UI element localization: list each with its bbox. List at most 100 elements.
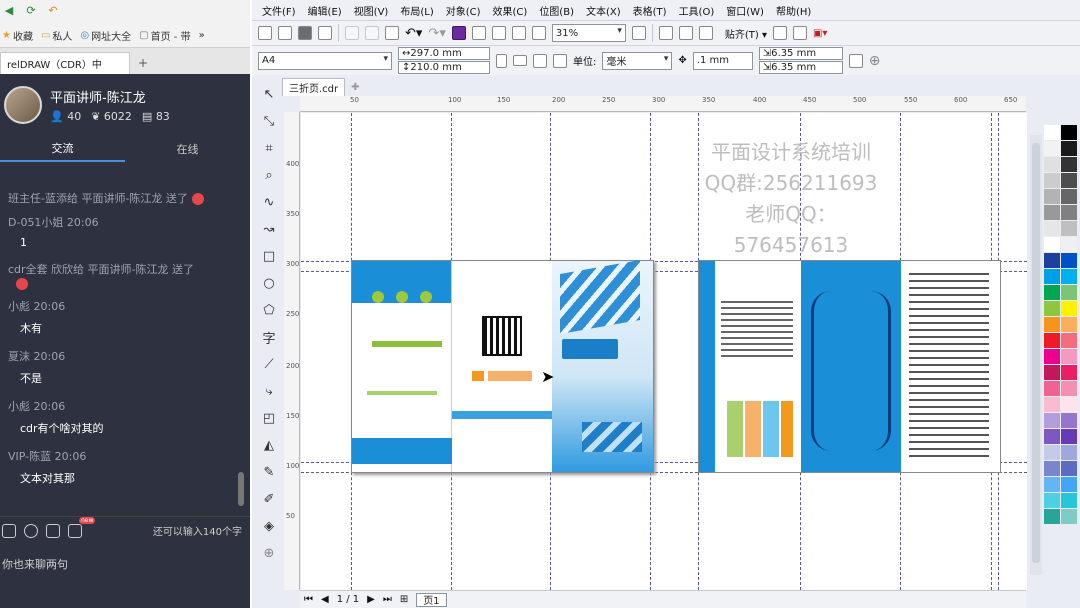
- scroll-thumb[interactable]: [1032, 143, 1040, 563]
- favorite-item[interactable]: ▢ 首页 - 带: [139, 28, 190, 43]
- color-swatch[interactable]: [1044, 365, 1060, 380]
- color-swatch[interactable]: [1061, 317, 1077, 332]
- freehand-tool-icon[interactable]: ∿: [261, 194, 277, 210]
- color-swatch[interactable]: [1061, 381, 1077, 396]
- color-swatch[interactable]: [1061, 141, 1077, 156]
- color-swatch[interactable]: [1044, 333, 1060, 348]
- corel-search-icon[interactable]: [451, 26, 466, 40]
- tab-chat[interactable]: 交流: [0, 136, 125, 162]
- undo-icon[interactable]: ↶: [46, 4, 60, 18]
- transparency-icon[interactable]: ◭: [261, 437, 277, 453]
- smart-draw-icon[interactable]: ↝: [261, 221, 277, 237]
- color-swatch[interactable]: [1061, 269, 1077, 284]
- menu-text[interactable]: 文本(X): [586, 3, 621, 18]
- menu-object[interactable]: 对象(C): [446, 3, 481, 18]
- add-tab-icon[interactable]: ✚: [351, 82, 359, 93]
- color-swatch[interactable]: [1061, 413, 1077, 428]
- color-swatch[interactable]: [1044, 253, 1060, 268]
- color-swatch[interactable]: [1061, 237, 1077, 252]
- menu-layout[interactable]: 布局(L): [400, 3, 433, 18]
- new-icon[interactable]: [258, 26, 272, 40]
- color-swatch[interactable]: [1044, 285, 1060, 300]
- page-height-field[interactable]: ↕ 210.0 mm: [398, 61, 490, 74]
- color-swatch[interactable]: [1061, 493, 1077, 508]
- redo-icon[interactable]: ↷▾: [428, 26, 445, 41]
- launcher-icon[interactable]: [531, 26, 546, 40]
- copy-icon[interactable]: [365, 26, 379, 40]
- polygon-tool-icon[interactable]: ⬠: [261, 302, 277, 318]
- portrait-icon[interactable]: [496, 53, 507, 68]
- last-page-icon[interactable]: ⏭: [383, 594, 392, 605]
- color-swatch[interactable]: [1061, 205, 1077, 220]
- color-swatch[interactable]: [1044, 301, 1060, 316]
- menu-table[interactable]: 表格(T): [633, 3, 667, 18]
- color-swatch[interactable]: [1061, 429, 1077, 444]
- add-icon[interactable]: ⊕: [869, 53, 881, 69]
- color-swatch[interactable]: [1044, 413, 1060, 428]
- color-swatch[interactable]: [1044, 397, 1060, 412]
- color-swatch[interactable]: [1044, 349, 1060, 364]
- chat-scrollbar[interactable]: [238, 472, 244, 506]
- color-swatch[interactable]: [1061, 285, 1077, 300]
- dup-x-field[interactable]: ⇲ 6.35 mm: [758, 47, 843, 60]
- clipboard-icon[interactable]: new: [68, 516, 96, 538]
- color-swatch[interactable]: [1044, 461, 1060, 476]
- options-icon[interactable]: [772, 26, 787, 40]
- text-tool-icon[interactable]: 字: [261, 329, 277, 347]
- connector-tool-icon[interactable]: ⤷: [261, 383, 277, 399]
- image-icon[interactable]: [46, 523, 60, 538]
- document-tab[interactable]: 三折页.cdr: [282, 78, 346, 96]
- color-swatch[interactable]: [1044, 205, 1060, 220]
- menu-view[interactable]: 视图(V): [354, 3, 389, 18]
- vertical-scrollbar[interactable]: [1030, 135, 1042, 575]
- pick-tool-icon[interactable]: ↖: [261, 86, 277, 102]
- unit-select[interactable]: 毫米: [602, 51, 673, 70]
- publish-pdf-icon[interactable]: [511, 26, 526, 40]
- color-swatch[interactable]: [1061, 349, 1077, 364]
- color-swatch[interactable]: [1044, 477, 1060, 492]
- color-swatch[interactable]: [1044, 509, 1060, 524]
- gift-button-icon[interactable]: [2, 523, 16, 538]
- drop-shadow-icon[interactable]: ◰: [261, 410, 277, 426]
- parallel-dimension-icon[interactable]: ⟋: [261, 356, 277, 372]
- color-swatch[interactable]: [1044, 189, 1060, 204]
- save-icon[interactable]: [298, 26, 312, 40]
- settings-icon[interactable]: [792, 26, 807, 40]
- eyedropper-icon[interactable]: ✎: [261, 464, 277, 480]
- color-swatch[interactable]: [1061, 333, 1077, 348]
- color-swatch[interactable]: [1044, 269, 1060, 284]
- favorite-item[interactable]: ★ 收藏: [2, 28, 33, 43]
- color-swatch[interactable]: [1044, 221, 1060, 236]
- favorite-item[interactable]: ▭ 私人: [41, 28, 72, 43]
- import-icon[interactable]: [471, 26, 486, 40]
- open-icon[interactable]: [278, 26, 292, 40]
- menu-effects[interactable]: 效果(C): [493, 3, 528, 18]
- guidelines-icon[interactable]: [698, 26, 713, 40]
- color-swatch[interactable]: [1044, 317, 1060, 332]
- menu-file[interactable]: 文件(F): [262, 3, 296, 18]
- color-swatch[interactable]: [1044, 173, 1060, 188]
- shape-tool-icon[interactable]: ⤡: [261, 113, 277, 129]
- add-tool-icon[interactable]: ⊕: [261, 545, 277, 561]
- cut-icon[interactable]: [345, 26, 359, 40]
- color-swatch[interactable]: [1061, 157, 1077, 172]
- undo-icon[interactable]: ↶▾: [405, 26, 422, 41]
- dup-y-field[interactable]: ⇲ 6.35 mm: [758, 61, 843, 74]
- crop-tool-icon[interactable]: ⌗: [261, 140, 277, 156]
- rectangle-tool-icon[interactable]: □: [261, 248, 277, 264]
- first-page-icon[interactable]: ⏮: [304, 594, 313, 605]
- color-swatch[interactable]: [1061, 221, 1077, 236]
- color-swatch[interactable]: [1044, 141, 1060, 156]
- color-swatch[interactable]: [1061, 189, 1077, 204]
- color-swatch[interactable]: [1044, 237, 1060, 252]
- color-swatch[interactable]: [1061, 301, 1077, 316]
- chat-input[interactable]: 你也来聊两句: [0, 556, 68, 572]
- drawing-canvas[interactable]: 平面设计系统培训 QQ群:256211693 老师QQ：576457613 ➤: [301, 113, 1027, 590]
- color-swatch[interactable]: [1061, 173, 1077, 188]
- grid-icon[interactable]: [678, 26, 693, 40]
- color-swatch[interactable]: [1061, 509, 1077, 524]
- tab-online[interactable]: 在线: [125, 136, 250, 162]
- paste-icon[interactable]: [385, 26, 399, 40]
- color-swatch[interactable]: [1061, 125, 1077, 140]
- current-page-icon[interactable]: [553, 53, 567, 68]
